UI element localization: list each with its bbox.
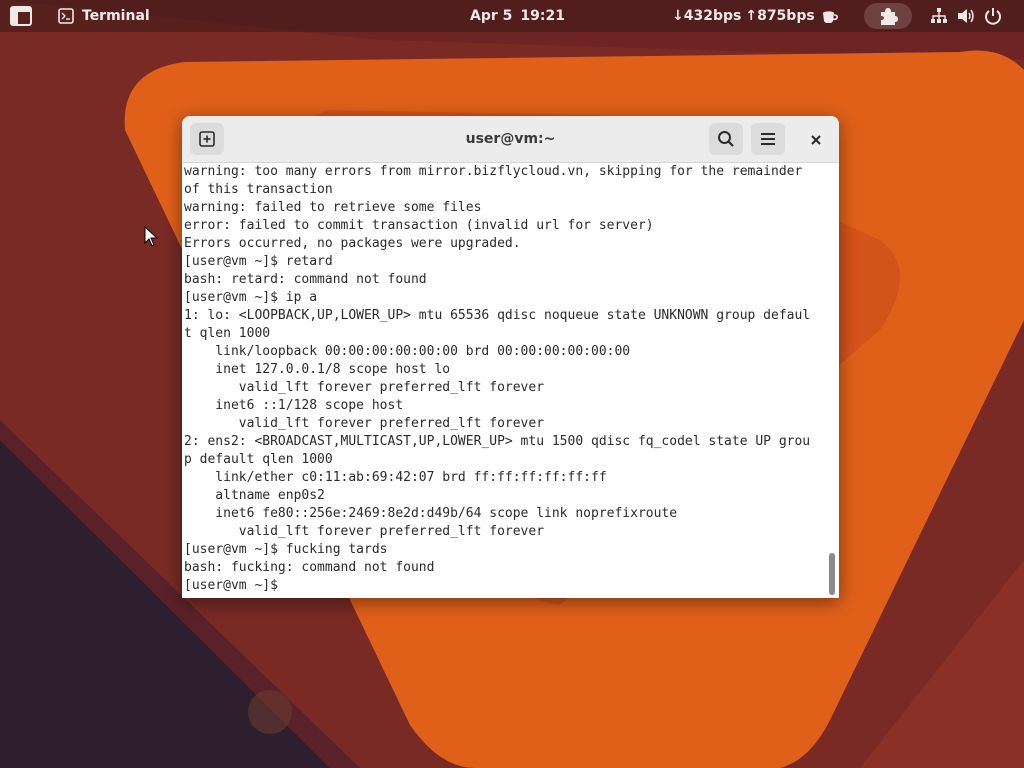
- main-menu-button[interactable]: [751, 123, 785, 155]
- power-icon: [985, 8, 1001, 25]
- terminal-line: link/loopback 00:00:00:00:00:00 brd 00:0…: [184, 344, 631, 359]
- terminal-line: warning: failed to retrieve some files: [184, 200, 482, 215]
- terminal-line: 2: ens2: <BROADCAST,MULTICAST,UP,LOWER_U…: [184, 434, 811, 449]
- terminal-line: of this transaction: [184, 182, 333, 197]
- extensions-button[interactable]: [864, 3, 912, 29]
- clock-time: 19:21: [520, 8, 565, 24]
- desktop: Terminal Apr 5 19:21 ↓432bps ↑875bps use…: [0, 0, 1024, 768]
- terminal-line: [user@vm ~]$ retard: [184, 254, 333, 269]
- terminal-output: warning: too many errors from mirror.biz…: [184, 163, 826, 595]
- terminal-header-bar[interactable]: user@vm:~: [182, 116, 839, 163]
- terminal-line: warning: too many errors from mirror.biz…: [184, 164, 803, 179]
- net-speed-down: ↓432bps: [672, 8, 742, 24]
- terminal-line: altname enp0s2: [184, 488, 325, 503]
- terminal-line: [user@vm ~]$ ip a: [184, 290, 318, 305]
- search-icon: [718, 131, 734, 147]
- terminal-line: p default qlen 1000: [184, 452, 333, 467]
- puzzle-piece-icon: [881, 8, 898, 25]
- terminal-line: bash: fucking: command not found: [184, 560, 435, 575]
- volume-icon: [958, 9, 974, 23]
- app-menu-button[interactable]: Terminal: [58, 4, 150, 28]
- terminal-line: inet6 fe80::256e:2469:8e2d:d49b/64 scope…: [184, 506, 678, 521]
- vertical-scrollbar[interactable]: [827, 163, 837, 598]
- terminal-line: error: failed to commit transaction (inv…: [184, 218, 654, 233]
- coffee-cup-icon[interactable]: [820, 6, 840, 26]
- mouse-pointer-icon: [144, 226, 159, 247]
- terminal-output-area[interactable]: warning: too many errors from mirror.biz…: [182, 163, 839, 598]
- net-speed-indicator: ↓432bps ↑875bps: [672, 4, 815, 28]
- app-menu-label: Terminal: [82, 8, 150, 24]
- terminal-line: bash: retard: command not found: [184, 272, 427, 287]
- clock-button[interactable]: Apr 5 19:21: [470, 4, 565, 28]
- hamburger-menu-icon: [761, 133, 775, 145]
- terminal-line: t qlen 1000: [184, 326, 271, 341]
- close-icon: [811, 135, 821, 145]
- terminal-line: [user@vm ~]$: [184, 578, 286, 593]
- terminal-line: Errors occurred, no packages were upgrad…: [184, 236, 521, 251]
- terminal-line: valid_lft forever preferred_lft forever: [184, 416, 545, 431]
- net-speed-up: ↑875bps: [745, 8, 815, 24]
- activities-button[interactable]: [8, 4, 34, 28]
- terminal-line: valid_lft forever preferred_lft forever: [184, 380, 545, 395]
- terminal-line: link/ether c0:11:ab:69:42:07 brd ff:ff:f…: [184, 470, 607, 485]
- new-tab-button[interactable]: [190, 123, 224, 155]
- activities-grid-icon: [10, 6, 32, 26]
- terminal-line: valid_lft forever preferred_lft forever: [184, 524, 545, 539]
- terminal-line: inet 127.0.0.1/8 scope host lo: [184, 362, 451, 377]
- terminal-line: [user@vm ~]$ fucking tards: [184, 542, 388, 557]
- network-wired-icon: [931, 8, 947, 23]
- scrollbar-thumb[interactable]: [829, 553, 835, 595]
- terminal-line: 1: lo: <LOOPBACK,UP,LOWER_UP> mtu 65536 …: [184, 308, 811, 323]
- terminal-window: user@vm:~ warning: too many errors from …: [182, 116, 839, 598]
- search-button[interactable]: [709, 123, 743, 155]
- system-menu-button[interactable]: [930, 4, 1002, 28]
- top-bar: Terminal Apr 5 19:21 ↓432bps ↑875bps: [0, 0, 1024, 32]
- new-tab-icon: [199, 131, 215, 147]
- close-window-button[interactable]: [804, 128, 828, 152]
- terminal-icon: [58, 8, 74, 24]
- terminal-line: inet6 ::1/128 scope host: [184, 398, 404, 413]
- clock-date: Apr 5: [470, 8, 513, 24]
